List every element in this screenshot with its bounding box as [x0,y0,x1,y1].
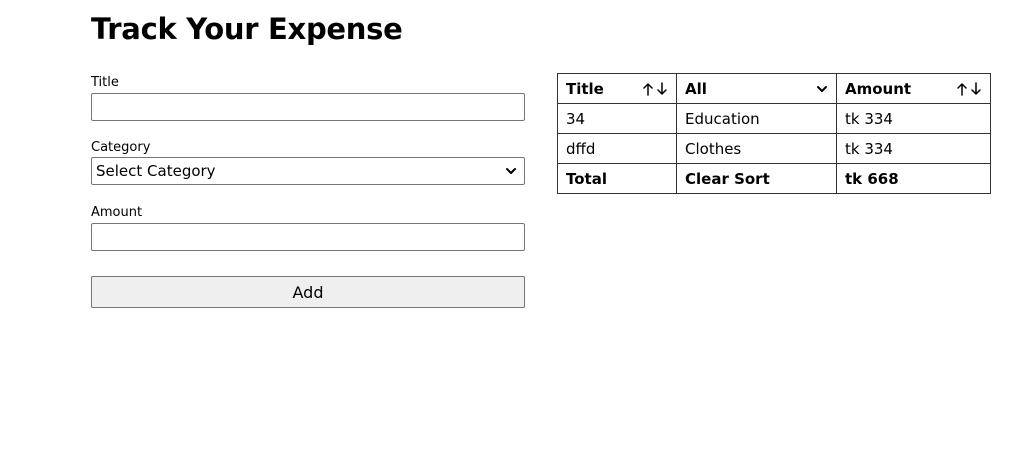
category-filter-value: All [685,79,707,98]
category-field-group: Category Select Category [91,139,525,185]
category-select-value: Select Category [96,162,216,180]
chevron-down-icon [817,85,827,92]
row-amount: tk 334 [836,133,991,164]
amount-header-label: Amount [845,79,912,98]
title-header-label: Title [566,79,604,98]
amount-label: Amount [91,205,143,220]
title-field-group: Title [91,74,525,121]
amount-field-group: Amount [91,204,525,251]
row-amount: tk 334 [836,103,991,134]
total-label: Total [557,163,677,194]
expense-tracker-page: Track Your Expense Title Category Select… [0,0,1025,452]
arrow-down-icon[interactable] [656,81,668,96]
title-input[interactable] [91,93,525,121]
table-row: dffd Clothes tk 334 [557,133,991,164]
category-filter-select[interactable]: All [685,80,828,98]
amount-input[interactable] [91,223,525,251]
arrow-up-icon[interactable] [956,82,968,96]
table-header-row: Title All Amount [557,73,991,104]
category-label: Category [91,140,151,155]
chevron-down-icon [506,168,516,174]
category-filter-header: All [676,73,837,104]
table-row: 34 Education tk 334 [557,103,991,134]
title-label: Title [91,75,119,90]
total-amount: tk 668 [836,163,991,194]
add-button[interactable]: Add [91,276,525,308]
amount-column-header: Amount [836,73,991,104]
title-column-header: Title [557,73,677,104]
expense-table: Title All Amount 34 Education tk 334 dff… [557,73,991,194]
row-title: dffd [557,133,677,164]
clear-sort-button[interactable]: Clear Sort [676,163,837,194]
total-row: Total Clear Sort tk 668 [557,163,991,194]
arrow-down-icon[interactable] [970,81,982,96]
row-title: 34 [557,103,677,134]
page-title: Track Your Expense [91,12,403,46]
row-category: Education [676,103,837,134]
row-category: Clothes [676,133,837,164]
arrow-up-icon[interactable] [642,82,654,96]
category-select[interactable]: Select Category [91,157,525,185]
